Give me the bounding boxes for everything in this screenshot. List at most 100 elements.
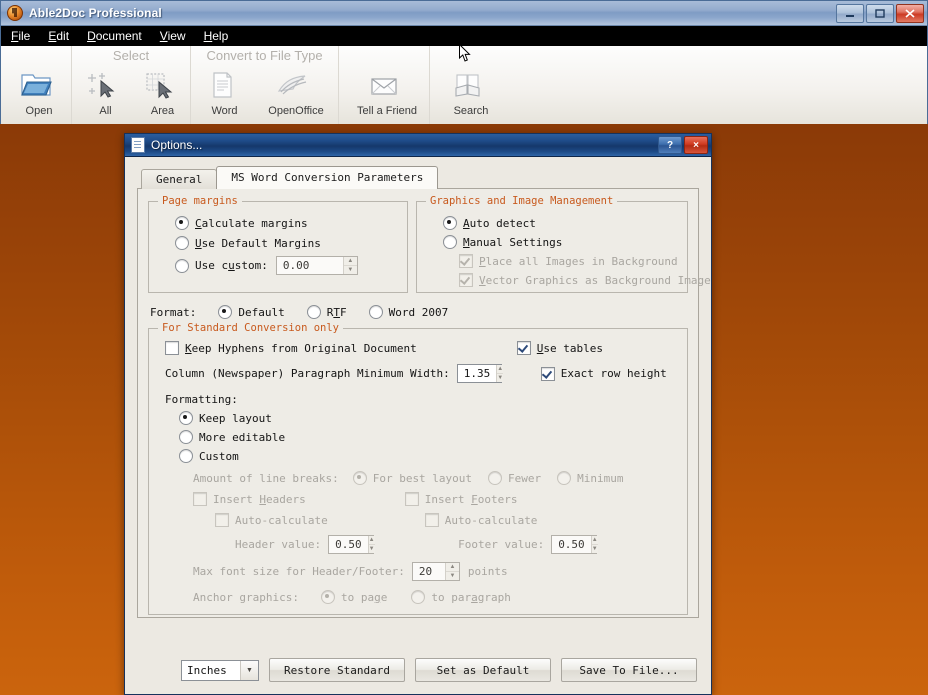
checkbox-insert-headers: Insert Headers: [193, 492, 306, 506]
radio-keep-layout[interactable]: Keep layout: [179, 411, 677, 425]
checkbox-auto-calculate-header: Auto-calculate: [215, 513, 328, 527]
toolbar-button-openoffice[interactable]: OpenOffice: [250, 66, 336, 117]
checkbox-exact-row-height-indicator[interactable]: [540, 366, 555, 381]
toolbar-button-select-all-label: All: [99, 105, 112, 117]
ribbon-group-select: Select All Area: [71, 46, 190, 124]
checkbox-auto-calculate-header-indicator: [215, 513, 229, 527]
radio-format-word2007[interactable]: Word 2007: [368, 305, 448, 319]
radio-use-default-margins-indicator[interactable]: [175, 236, 189, 250]
openoffice-icon: [275, 68, 311, 102]
radio-keep-layout-label: Keep layout: [199, 411, 272, 425]
menubar: File Edit Document View Help: [1, 26, 927, 46]
toolbar-button-select-area[interactable]: Area: [131, 66, 188, 117]
units-combobox-value[interactable]: Inches: [182, 664, 240, 677]
checkbox-vector-graphics-background: Vector Graphics as Background Image: [459, 273, 711, 287]
column-width-arrows[interactable]: ▲ ▼: [496, 365, 504, 382]
radio-auto-detect-indicator[interactable]: [443, 216, 457, 230]
menu-edit[interactable]: Edit: [46, 28, 71, 44]
ribbon-group-convert-title: Convert to File Type: [206, 48, 323, 63]
checkbox-insert-footers: Insert Footers: [404, 492, 518, 506]
menu-help-label: elp: [212, 29, 229, 43]
ribbon-group-open-title: [3, 46, 69, 66]
save-to-file-button[interactable]: Save To File...: [561, 658, 697, 682]
checkbox-use-tables[interactable]: Use tables: [516, 341, 603, 355]
checkbox-keep-hyphens-indicator[interactable]: [165, 341, 179, 355]
column-width-label: Column (Newspaper) Paragraph Minimum Wid…: [165, 367, 450, 380]
header-value-label: Header value:: [235, 538, 322, 551]
help-icon[interactable]: ?: [658, 136, 682, 154]
radio-anchor-to-paragraph-label: to paragraph: [431, 590, 511, 604]
checkbox-keep-hyphens[interactable]: Keep Hyphens from Original Document: [165, 341, 417, 355]
checkbox-place-images-background: Place all Images in Background: [459, 254, 678, 268]
radio-more-editable-indicator[interactable]: [179, 430, 193, 444]
radio-calculate-margins[interactable]: Calculate margins: [175, 216, 397, 230]
group-page-margins: Page margins Calculate margins Use Defau…: [148, 195, 408, 293]
radio-format-word2007-indicator[interactable]: [368, 305, 383, 319]
toolbar-button-tell-a-friend[interactable]: Tell a Friend: [341, 66, 427, 117]
radio-manual-settings-label: Manual Settings: [463, 235, 563, 249]
column-width-field: Column (Newspaper) Paragraph Minimum Wid…: [165, 364, 504, 383]
radio-format-rtf-indicator[interactable]: [306, 305, 321, 319]
toolbar-button-search[interactable]: Search: [432, 66, 504, 117]
envelope-icon: [367, 68, 401, 102]
units-combobox[interactable]: Inches ▼: [181, 659, 259, 681]
maximize-icon[interactable]: [866, 4, 894, 23]
toolbar-button-select-all[interactable]: All: [74, 66, 131, 117]
toolbar-button-word[interactable]: Word: [193, 66, 250, 117]
menu-file-label: ile: [18, 29, 31, 43]
menu-file[interactable]: File: [9, 28, 32, 44]
ribbon-group-search: Search: [429, 46, 506, 124]
chevron-down-icon[interactable]: ▼: [240, 660, 258, 680]
checkbox-auto-calculate-footer-label: Auto-calculate: [444, 513, 538, 527]
radio-custom-formatting-indicator[interactable]: [179, 449, 193, 463]
checkbox-auto-calculate-footer-indicator: [424, 513, 439, 527]
radio-keep-layout-indicator[interactable]: [179, 411, 193, 425]
menu-document-label: ocument: [95, 29, 142, 43]
custom-margin-arrows[interactable]: ▲ ▼: [342, 257, 357, 274]
radio-more-editable-label: More editable: [199, 430, 286, 444]
checkbox-exact-row-height[interactable]: Exact row height: [540, 366, 667, 381]
checkbox-use-tables-indicator[interactable]: [516, 341, 531, 355]
radio-custom-formatting[interactable]: Custom: [179, 449, 677, 463]
toolbar-button-open-label: Open: [25, 105, 53, 117]
checkbox-insert-footers-label: Insert Footers: [424, 492, 518, 506]
column-width-spinner[interactable]: 1.35 ▲ ▼: [456, 364, 504, 383]
custom-margin-spinner[interactable]: 0.00 ▲ ▼: [275, 256, 358, 275]
radio-calculate-margins-indicator[interactable]: [175, 216, 189, 230]
ribbon-group-open: Open: [1, 46, 71, 124]
radio-auto-detect[interactable]: Auto detect: [443, 216, 677, 230]
radio-use-default-margins[interactable]: Use Default Margins: [175, 236, 397, 250]
minimize-icon[interactable]: [836, 4, 864, 23]
search-books-icon: [451, 68, 485, 102]
footer-value-label: Footer value:: [458, 538, 545, 551]
radio-use-custom-indicator[interactable]: [175, 258, 189, 273]
tab-general[interactable]: General: [141, 169, 218, 189]
radio-format-default-indicator[interactable]: [218, 305, 233, 319]
menu-view[interactable]: View: [158, 28, 188, 44]
tab-ms-word-conversion-parameters[interactable]: MS Word Conversion Parameters: [216, 166, 439, 189]
menu-document[interactable]: Document: [85, 28, 144, 44]
menu-help[interactable]: Help: [202, 28, 231, 44]
radio-manual-settings[interactable]: Manual Settings: [443, 235, 677, 249]
dialog-title: Options...: [151, 138, 203, 152]
radio-format-rtf[interactable]: RTF: [306, 305, 347, 319]
radio-format-default[interactable]: Default: [218, 305, 285, 319]
custom-margin-value[interactable]: 0.00: [277, 257, 343, 274]
toolbar-button-open[interactable]: Open: [3, 66, 69, 117]
dialog-close-icon[interactable]: ×: [684, 136, 708, 154]
radio-manual-settings-indicator[interactable]: [443, 235, 457, 249]
radio-auto-detect-label: Auto detect: [463, 216, 536, 230]
radio-for-best-layout-indicator: [352, 471, 367, 485]
dialog-titlebar: Options... ? ×: [125, 134, 711, 157]
radio-more-editable[interactable]: More editable: [179, 430, 677, 444]
open-folder-icon: [20, 68, 52, 102]
radio-use-custom[interactable]: Use custom: 0.00 ▲ ▼: [175, 256, 397, 275]
checkbox-place-images-background-indicator: [459, 254, 473, 268]
tab-strip: General MS Word Conversion Parameters: [141, 166, 699, 189]
set-as-default-button[interactable]: Set as Default: [415, 658, 551, 682]
column-width-value[interactable]: 1.35: [458, 365, 497, 382]
checkbox-vector-graphics-background-label: Vector Graphics as Background Image: [479, 273, 711, 287]
radio-minimum-indicator: [557, 471, 572, 485]
close-icon[interactable]: [896, 4, 924, 23]
restore-standard-button[interactable]: Restore Standard: [269, 658, 405, 682]
